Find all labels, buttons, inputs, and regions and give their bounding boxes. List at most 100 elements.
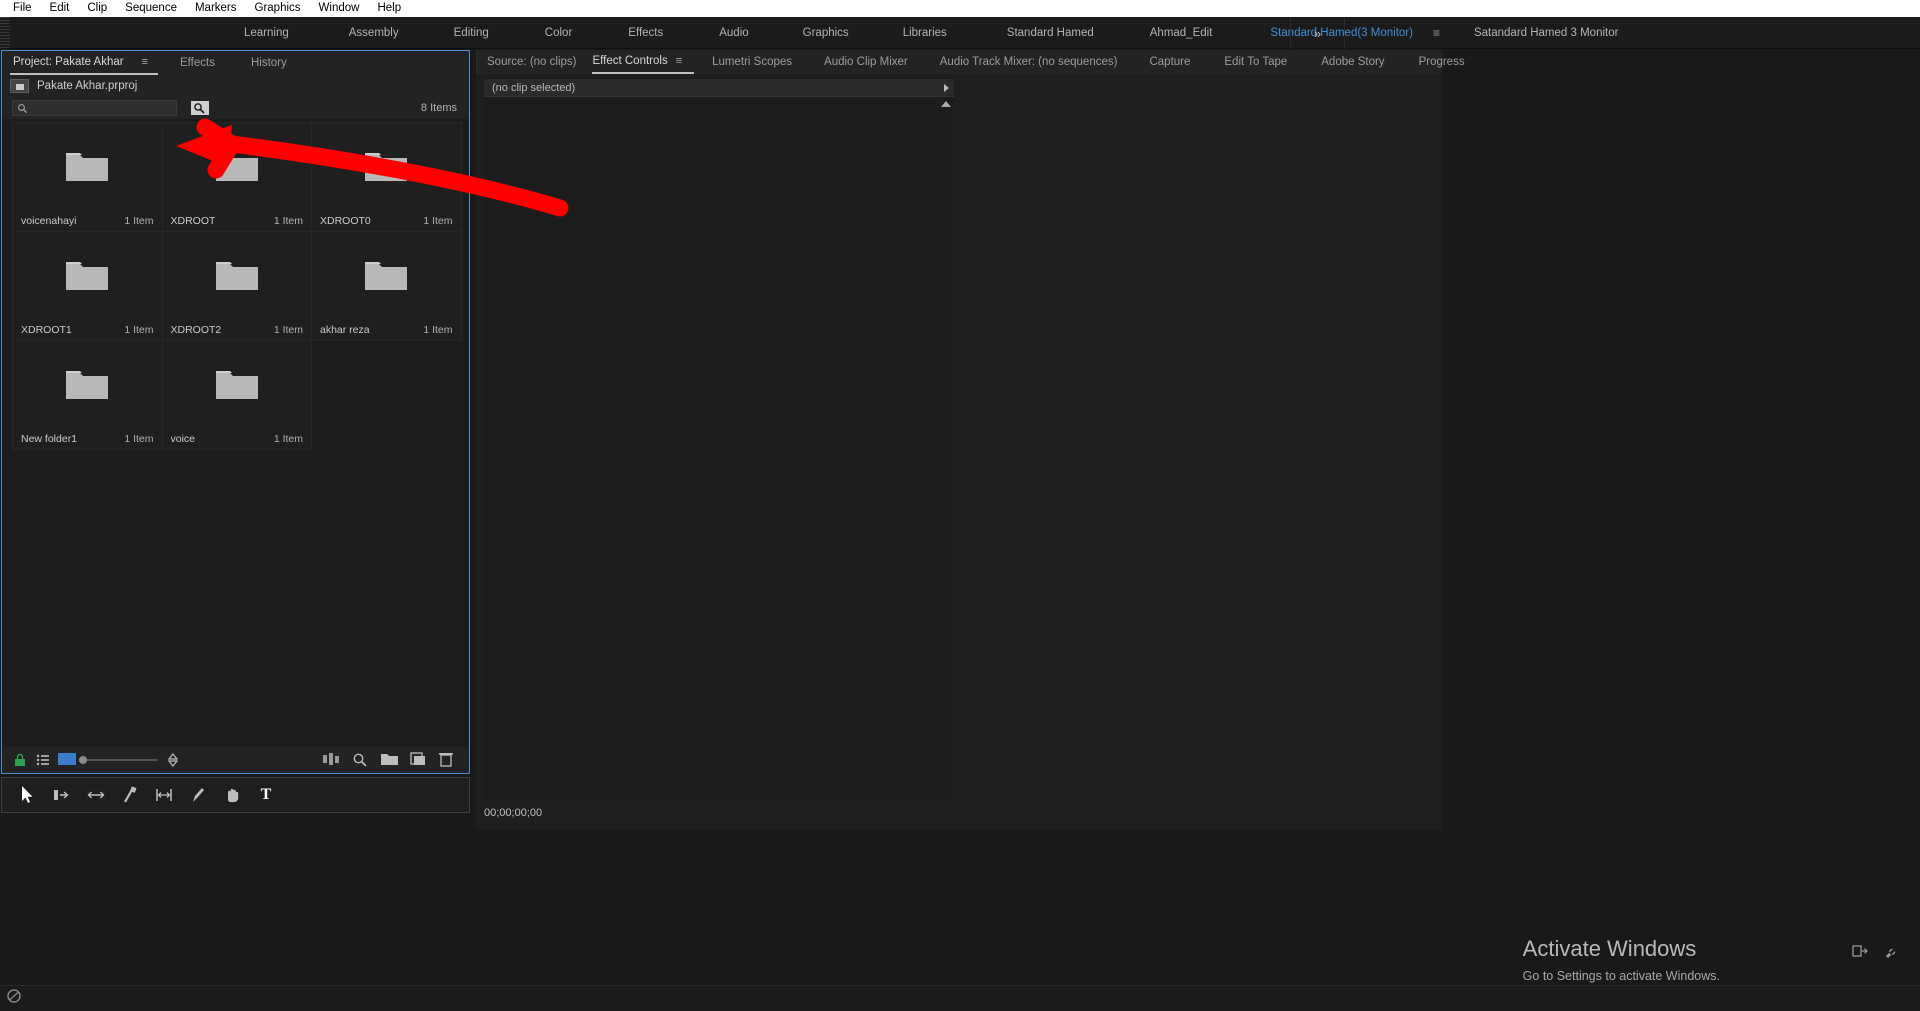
search-input[interactable] bbox=[28, 101, 168, 115]
workspace-menu-icon[interactable]: ≡ bbox=[1427, 17, 1446, 49]
workspace-tab-learning[interactable]: Learning bbox=[230, 17, 303, 49]
menu-item-markers[interactable]: Markers bbox=[186, 0, 246, 17]
workspace-drag-grip[interactable] bbox=[0, 16, 10, 49]
type-tool[interactable]: T bbox=[256, 784, 276, 806]
workspace-tab-color[interactable]: Color bbox=[531, 17, 586, 49]
tab-edit-to-tape[interactable]: Edit To Tape bbox=[1224, 50, 1303, 74]
tab-effect-controls[interactable]: Effect Controls bbox=[592, 49, 671, 73]
delete-icon[interactable] bbox=[439, 752, 455, 768]
tab-source-no-clips[interactable]: Source: (no clips) bbox=[487, 50, 592, 74]
bin-item-xdroot[interactable]: XDROOT 1 Item bbox=[162, 123, 312, 232]
taskbar bbox=[0, 985, 1920, 1011]
tab-audio-clip-mixer[interactable]: Audio Clip Mixer bbox=[824, 50, 924, 74]
workspace-tab-graphics[interactable]: Graphics bbox=[789, 17, 863, 49]
scroll-up-arrow-icon[interactable] bbox=[941, 101, 951, 107]
effect-controls-active-tab-group[interactable]: Effect Controls ≡ bbox=[592, 49, 695, 74]
project-lock-icon[interactable] bbox=[12, 752, 28, 768]
tab-audio-track-mixer[interactable]: Audio Track Mixer: (no sequences) bbox=[940, 50, 1134, 74]
workspace-tab-ahmad-edit[interactable]: Ahmad_Edit bbox=[1136, 17, 1227, 49]
tab-progress[interactable]: Progress bbox=[1419, 50, 1481, 74]
list-view-icon[interactable] bbox=[35, 752, 51, 768]
bin-item-xdroot2[interactable]: XDROOT2 1 Item bbox=[162, 232, 312, 341]
folder-icon bbox=[365, 153, 408, 181]
project-file-icon bbox=[10, 79, 29, 93]
bin-item-label: New folder1 bbox=[21, 433, 78, 445]
effect-controls-body[interactable] bbox=[484, 96, 954, 801]
workspace-tab-editing[interactable]: Editing bbox=[440, 17, 503, 49]
bottom-right-icon-group bbox=[1852, 944, 1900, 963]
clip-selector-bar[interactable]: (no clip selected) bbox=[484, 78, 954, 96]
search-box[interactable] bbox=[12, 100, 177, 116]
workspace-overflow-button[interactable]: » bbox=[1290, 17, 1345, 49]
menu-item-sequence[interactable]: Sequence bbox=[116, 0, 186, 17]
pen-tool[interactable] bbox=[188, 784, 208, 806]
bin-item-voice[interactable]: voice 1 Item bbox=[162, 341, 312, 450]
tab-effects[interactable]: Effects bbox=[180, 51, 229, 75]
menu-item-edit[interactable]: Edit bbox=[41, 0, 79, 17]
bin-item-count-label: 1 Item bbox=[273, 215, 303, 227]
bin-item-label: XDROOT bbox=[170, 215, 216, 227]
ripple-edit-tool[interactable] bbox=[86, 784, 106, 806]
bin-item-count-label: 1 Item bbox=[124, 215, 154, 227]
workspace-tab-standard-hamed[interactable]: Standard Hamed bbox=[993, 17, 1108, 49]
menu-item-clip[interactable]: Clip bbox=[78, 0, 116, 17]
folder-icon bbox=[66, 371, 109, 399]
bin-item-voicenahayi[interactable]: voicenahayi 1 Item bbox=[13, 123, 163, 232]
panel-menu-icon[interactable]: ≡ bbox=[672, 55, 686, 67]
tab-history[interactable]: History bbox=[251, 51, 301, 75]
workspace-tab-libraries[interactable]: Libraries bbox=[889, 17, 961, 49]
project-panel-tab-strip: Project: Pakate Akhar ≡ Effects History bbox=[2, 51, 469, 75]
slip-tool[interactable] bbox=[154, 784, 174, 806]
bin-item-label: voice bbox=[170, 433, 196, 445]
folder-icon bbox=[215, 153, 258, 181]
chevron-right-icon[interactable] bbox=[944, 83, 949, 92]
filter-bin-content-icon[interactable] bbox=[191, 101, 209, 115]
workspace-tab-assembly[interactable]: Assembly bbox=[335, 17, 413, 49]
bin-grid-area[interactable]: voicenahayi 1 Item XDROOT 1 Item XDROOT0… bbox=[2, 119, 469, 747]
effect-controls-timecode[interactable]: 00;00;00;00 bbox=[484, 807, 542, 819]
watermark-subtitle: Go to Settings to activate Windows. bbox=[1522, 969, 1720, 983]
icon-view-icon[interactable] bbox=[58, 752, 76, 768]
export-frame-icon[interactable] bbox=[1852, 944, 1868, 963]
tab-adobe-story[interactable]: Adobe Story bbox=[1321, 50, 1400, 74]
bin-item-xdroot1[interactable]: XDROOT1 1 Item bbox=[13, 232, 163, 341]
bin-item-label: akhar reza bbox=[320, 324, 370, 336]
bin-item-xdroot0[interactable]: XDROOT0 1 Item bbox=[312, 123, 462, 232]
sort-icon[interactable] bbox=[165, 752, 181, 768]
project-file-row[interactable]: Pakate Akhar.prproj bbox=[2, 75, 469, 97]
bin-item-label: voicenahayi bbox=[21, 215, 77, 227]
status-icon[interactable] bbox=[6, 988, 22, 1009]
workspace-tab-bar: Learning Assembly Editing Color Effects … bbox=[0, 16, 1920, 49]
selection-tool[interactable] bbox=[18, 784, 38, 806]
razor-tool[interactable] bbox=[120, 784, 140, 806]
wrench-settings-icon[interactable] bbox=[1884, 944, 1900, 963]
tools-panel: T bbox=[1, 777, 470, 813]
bin-item-count-label: 1 Item bbox=[273, 324, 303, 336]
tab-capture[interactable]: Capture bbox=[1149, 50, 1206, 74]
menu-item-window[interactable]: Window bbox=[310, 0, 369, 17]
project-tab-active-group[interactable]: Project: Pakate Akhar ≡ bbox=[10, 50, 159, 75]
tab-lumetri-scopes[interactable]: Lumetri Scopes bbox=[712, 50, 808, 74]
tab-project-pakate-akhar[interactable]: Project: Pakate Akhar bbox=[10, 50, 138, 74]
thumbnail-zoom-slider[interactable] bbox=[79, 756, 157, 764]
bin-item-akhar-reza[interactable]: akhar reza 1 Item bbox=[312, 232, 462, 341]
new-item-icon[interactable] bbox=[410, 752, 426, 768]
activate-windows-watermark: Activate Windows Go to Settings to activ… bbox=[1523, 936, 1720, 983]
workspace-tab-audio[interactable]: Audio bbox=[705, 17, 762, 49]
menu-item-file[interactable]: File bbox=[4, 0, 41, 17]
menu-item-help[interactable]: Help bbox=[368, 0, 410, 17]
panel-menu-icon[interactable]: ≡ bbox=[138, 56, 152, 68]
workspace-tab-effects[interactable]: Effects bbox=[614, 17, 677, 49]
bin-item-count: 8 Items bbox=[420, 102, 457, 114]
workspace-tab-satandard-hamed-3-monitor[interactable]: Satandard Hamed 3 Monitor bbox=[1460, 17, 1632, 49]
track-select-forward-tool[interactable] bbox=[52, 784, 72, 806]
find-icon[interactable] bbox=[352, 752, 368, 768]
bin-item-new-folder1[interactable]: New folder1 1 Item bbox=[13, 341, 163, 450]
bin-item-label: XDROOT1 bbox=[21, 324, 72, 336]
hand-tool[interactable] bbox=[222, 784, 242, 806]
menu-item-graphics[interactable]: Graphics bbox=[246, 0, 310, 17]
new-bin-icon[interactable] bbox=[381, 752, 398, 768]
freeform-view-icon[interactable] bbox=[323, 752, 339, 768]
folder-icon bbox=[215, 371, 258, 399]
bin-item-count-label: 1 Item bbox=[124, 324, 154, 336]
